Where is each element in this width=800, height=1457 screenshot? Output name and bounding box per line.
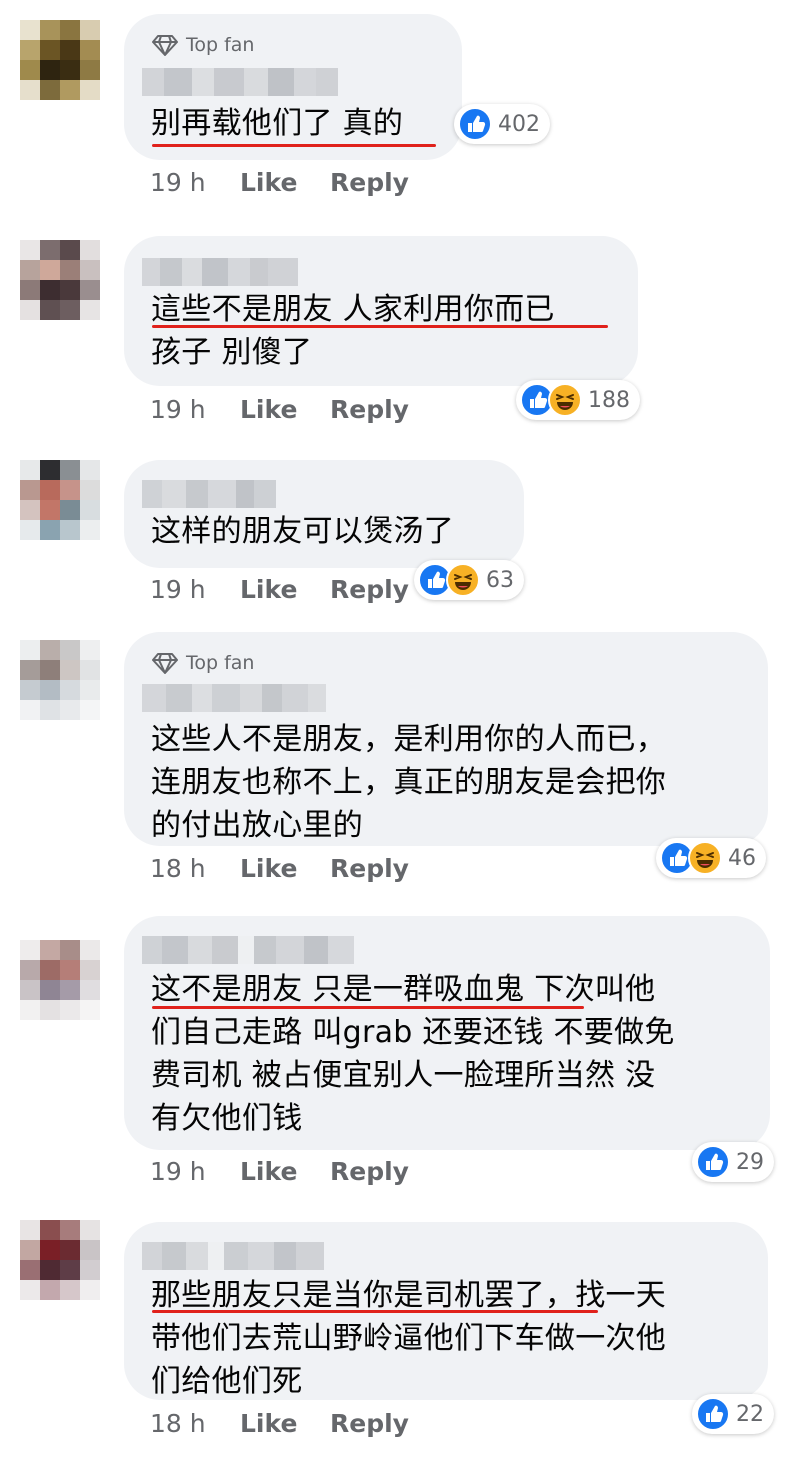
reaction-count: 22 (736, 1401, 764, 1427)
like-button[interactable]: Like (240, 1409, 330, 1438)
reaction-summary[interactable]: 402 (454, 104, 550, 144)
reaction-summary[interactable]: 29 (692, 1142, 774, 1182)
reply-button[interactable]: Reply (330, 854, 409, 883)
reaction-count: 63 (486, 567, 514, 593)
commenter-name[interactable] (142, 684, 326, 712)
avatar[interactable] (20, 1220, 100, 1300)
highlight-underline (152, 325, 608, 328)
top-fan-label: Top fan (186, 34, 255, 56)
thumbs-up-icon (458, 107, 492, 141)
comment-bubble[interactable]: 这不是朋友 只是一群吸血鬼 下次叫他 们自己走路 叫grab 还要还钱 不要做免… (124, 916, 770, 1150)
comment-meta: 18 h Like Reply (150, 1409, 409, 1438)
avatar[interactable] (20, 460, 100, 540)
reaction-count: 29 (736, 1149, 764, 1175)
comment-bubble[interactable]: 這些不是朋友 人家利用你而已 孩子 別傻了 (124, 236, 638, 386)
comment-bubble[interactable]: Top fan 别再载他们了 真的 (124, 14, 462, 160)
avatar[interactable] (20, 240, 100, 320)
laughing-face-icon (548, 383, 582, 417)
comment-meta: 19 h Like Reply (150, 395, 409, 424)
comment-meta: 19 h Like Reply (150, 575, 409, 604)
avatar[interactable] (20, 640, 100, 720)
comment-text: 这不是朋友 只是一群吸血鬼 下次叫他 们自己走路 叫grab 还要还钱 不要做免… (151, 972, 675, 1136)
like-button[interactable]: Like (240, 1157, 330, 1186)
timestamp[interactable]: 19 h (150, 575, 240, 604)
comment-bubble[interactable]: Top fan 这些人不是朋友，是利用你的人而已， 连朋友也称不上，真正的朋友是… (124, 632, 768, 846)
reply-button[interactable]: Reply (330, 1409, 409, 1438)
like-button[interactable]: Like (240, 575, 330, 604)
comment-text: 这些人不是朋友，是利用你的人而已， 连朋友也称不上，真正的朋友是会把你 的付出放… (151, 722, 667, 843)
commenter-name[interactable] (142, 68, 338, 96)
reply-button[interactable]: Reply (330, 395, 409, 424)
like-button[interactable]: Like (240, 395, 330, 424)
laughing-face-icon (688, 841, 722, 875)
top-fan-badge: Top fan (152, 34, 254, 56)
commenter-name[interactable] (142, 1242, 324, 1270)
diamond-icon (152, 35, 178, 56)
highlight-underline (152, 1310, 598, 1313)
like-button[interactable]: Like (240, 854, 330, 883)
reaction-count: 188 (588, 387, 630, 413)
timestamp[interactable]: 19 h (150, 168, 240, 197)
reaction-count: 402 (498, 111, 540, 137)
laughing-face-icon (446, 563, 480, 597)
like-button[interactable]: Like (240, 168, 330, 197)
timestamp[interactable]: 19 h (150, 1157, 240, 1186)
commenter-name[interactable] (142, 258, 298, 286)
comment-meta: 19 h Like Reply (150, 168, 409, 197)
reply-button[interactable]: Reply (330, 575, 409, 604)
reaction-summary[interactable]: 188 (516, 380, 640, 420)
reply-button[interactable]: Reply (330, 168, 409, 197)
timestamp[interactable]: 19 h (150, 395, 240, 424)
commenter-name[interactable] (142, 936, 354, 964)
comment-bubble[interactable]: 这样的朋友可以煲汤了 (124, 460, 524, 568)
top-fan-badge: Top fan (152, 652, 254, 674)
top-fan-label: Top fan (186, 652, 255, 674)
reaction-summary[interactable]: 63 (414, 560, 524, 600)
comment-text: 别再载他们了 真的 (151, 106, 404, 141)
comment-text: 这样的朋友可以煲汤了 (151, 514, 454, 549)
highlight-underline (152, 144, 436, 147)
reaction-summary[interactable]: 46 (656, 838, 766, 878)
commenter-name[interactable] (142, 480, 276, 508)
timestamp[interactable]: 18 h (150, 1409, 240, 1438)
timestamp[interactable]: 18 h (150, 854, 240, 883)
diamond-icon (152, 653, 178, 674)
avatar[interactable] (20, 20, 100, 100)
comment-meta: 18 h Like Reply (150, 854, 409, 883)
reaction-count: 46 (728, 845, 756, 871)
highlight-underline (152, 1006, 584, 1009)
thumbs-up-icon (696, 1145, 730, 1179)
thumbs-up-icon (696, 1397, 730, 1431)
reaction-summary[interactable]: 22 (692, 1394, 774, 1434)
comment-text: 那些朋友只是当你是司机罢了，找一天 带他们去荒山野岭逼他们下车做一次他 们给他们… (151, 1278, 667, 1399)
comment-meta: 19 h Like Reply (150, 1157, 409, 1186)
comment-text: 這些不是朋友 人家利用你而已 孩子 別傻了 (151, 292, 555, 370)
reply-button[interactable]: Reply (330, 1157, 409, 1186)
avatar[interactable] (20, 940, 100, 1020)
